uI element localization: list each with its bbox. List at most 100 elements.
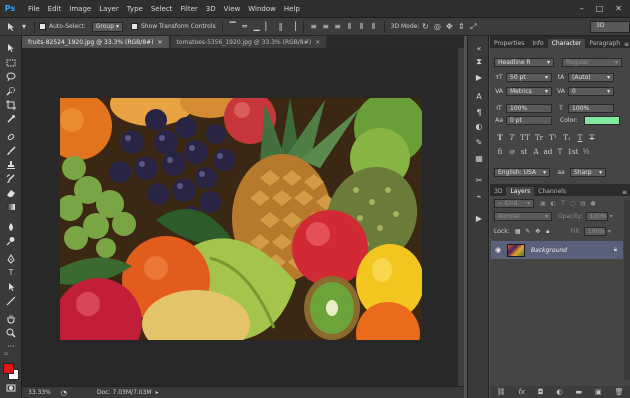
lock-image-icon[interactable]: ✎ [523, 228, 533, 235]
menu-file[interactable]: File [28, 5, 40, 13]
auto-select-dropdown[interactable]: Group ▾ [91, 21, 123, 32]
brush-tool-icon[interactable] [5, 145, 17, 156]
lock-transparent-icon[interactable]: ▦ [513, 228, 523, 235]
zoom-tool-icon[interactable] [5, 327, 17, 338]
tab-channels[interactable]: Channels [534, 187, 570, 196]
canvas-area[interactable] [22, 48, 464, 386]
layer-name[interactable]: Background [531, 247, 567, 254]
filter-adjustment-icon[interactable]: ◐ [548, 200, 558, 207]
adjustments-icon[interactable]: ◐ [473, 120, 485, 132]
tab-fruits-document[interactable]: fruits-82524_1920.jpg @ 33.3% (RGB/8#) × [22, 36, 169, 48]
status-menu-icon[interactable]: ▸ [156, 389, 159, 396]
maximize-icon[interactable]: □ [596, 4, 604, 13]
tab-tomatoes-document[interactable]: tomatoes-5356_1920.jpg @ 33.3% (RGB/8#) … [170, 36, 327, 48]
ligatures-button[interactable]: fi [494, 148, 506, 156]
close-tab-icon[interactable]: × [315, 39, 320, 46]
menu-help[interactable]: Help [284, 5, 300, 13]
quick-selection-tool-icon[interactable] [5, 85, 17, 96]
type-tool-icon[interactable]: T [5, 267, 17, 278]
menu-filter[interactable]: Filter [180, 5, 197, 13]
panel-menu-icon[interactable]: ≡ [622, 189, 630, 196]
adjustment-layer-icon[interactable]: ◐ [556, 388, 562, 396]
small-caps-button[interactable]: Tr [532, 134, 546, 142]
panel-menu-icon[interactable]: ≡ [624, 41, 630, 48]
visibility-eye-icon[interactable]: ◉ [495, 246, 501, 254]
filter-pixel-icon[interactable]: ▣ [538, 200, 548, 207]
menu-layer[interactable]: Layer [99, 5, 119, 13]
move-tool-icon[interactable] [5, 42, 17, 53]
workspace-dropdown[interactable]: 3D [590, 21, 630, 33]
blur-tool-icon[interactable] [5, 221, 17, 232]
distribute-top-icon[interactable]: ≡ [308, 22, 320, 32]
clone-stamp-tool-icon[interactable] [5, 159, 17, 170]
filter-toggle-icon[interactable]: ● [588, 200, 598, 207]
faux-italic-button[interactable]: T [506, 134, 518, 142]
new-layer-icon[interactable]: ▣ [595, 388, 602, 396]
menu-select[interactable]: Select [151, 5, 173, 13]
tab-3d[interactable]: 3D [490, 187, 506, 196]
contextual-alternates-button[interactable]: ơ [506, 148, 518, 156]
actions-icon[interactable]: ▶ [473, 71, 485, 83]
underline-button[interactable]: T [574, 134, 586, 142]
lock-all-icon[interactable]: 🔒︎ [543, 228, 553, 236]
menu-3d[interactable]: 3D [206, 5, 216, 13]
chevron-down-icon[interactable]: ▾ [608, 228, 611, 235]
tool-preset-dropdown-icon[interactable]: ▾ [18, 22, 30, 32]
align-vcenter-icon[interactable]: ═ [239, 22, 251, 32]
leading-field[interactable]: (Auto) ▾ [568, 73, 614, 82]
auto-select-checkbox[interactable] [39, 23, 46, 30]
align-right-icon[interactable]: ▕ [287, 22, 299, 32]
opacity-field[interactable]: 100% [585, 212, 608, 221]
roll-3d-icon[interactable]: ◎ [431, 22, 443, 32]
default-colors-icon[interactable]: ▫ [3, 351, 9, 357]
font-family-dropdown[interactable]: Headline R ▾ [494, 58, 554, 67]
close-tab-icon[interactable]: × [158, 39, 163, 46]
scale-3d-icon[interactable]: ⤢ [467, 22, 479, 32]
info-icon[interactable]: ◔ [61, 389, 67, 397]
transform-controls-checkbox[interactable] [130, 23, 138, 30]
antialias-dropdown[interactable]: Sharp ▾ [570, 168, 606, 177]
fill-field[interactable]: 100% [583, 227, 606, 236]
link-layers-icon[interactable]: ⛓ [496, 388, 505, 396]
font-size-field[interactable]: 50 pt ▾ [506, 73, 552, 82]
paths-icon[interactable]: ⌁ [473, 190, 485, 202]
align-left-icon[interactable]: ▏ [263, 22, 275, 32]
path-selection-tool-icon[interactable] [5, 281, 17, 292]
eraser-tool-icon[interactable] [5, 187, 17, 198]
hand-tool-icon[interactable] [5, 313, 17, 324]
new-group-icon[interactable]: ▬ [575, 388, 582, 396]
chevron-down-icon[interactable]: ▾ [610, 213, 613, 220]
menu-image[interactable]: Image [69, 5, 91, 13]
all-caps-button[interactable]: TT [518, 134, 532, 142]
stylistic-alternates-button[interactable]: ad [542, 148, 554, 156]
slide-3d-icon[interactable]: ⇕ [455, 22, 467, 32]
blend-mode-dropdown[interactable]: Normal ▾ [494, 212, 552, 221]
zoom-level[interactable]: 33.33% [28, 389, 51, 396]
font-style-dropdown[interactable]: Regular ▾ [562, 58, 622, 67]
language-dropdown[interactable]: English: USA ▾ [494, 168, 550, 177]
align-bottom-icon[interactable]: ▁ [251, 22, 263, 32]
layer-filter-dropdown[interactable]: ⌕ Kind ▾ [494, 199, 534, 208]
filter-type-icon[interactable]: T [558, 200, 568, 207]
history-brush-tool-icon[interactable] [5, 173, 17, 184]
superscript-button[interactable]: T¹ [546, 134, 560, 142]
menu-view[interactable]: View [224, 5, 241, 13]
tracking-field[interactable]: 0 ▾ [568, 87, 614, 96]
distribute-left-icon[interactable]: ⦀ [344, 22, 356, 32]
eyedropper-tool-icon[interactable] [5, 113, 17, 124]
menu-window[interactable]: Window [248, 5, 276, 13]
rotate-3d-icon[interactable]: ↻ [419, 22, 431, 32]
tab-properties[interactable]: Properties [490, 39, 528, 48]
subscript-button[interactable]: T₁ [560, 134, 574, 142]
layers-scrollbar[interactable] [624, 200, 630, 380]
horizontal-scale-field[interactable]: 100% [568, 104, 614, 113]
timeline-icon[interactable]: ▶ [473, 212, 485, 224]
pen-tool-icon[interactable] [5, 253, 17, 264]
paragraph-panel-icon[interactable]: ¶ [473, 106, 485, 118]
history-icon[interactable]: ⧗ [473, 56, 485, 68]
delete-layer-icon[interactable]: 🗑︎ [615, 388, 624, 396]
add-mask-icon[interactable]: ◘ [538, 388, 544, 396]
align-hcenter-icon[interactable]: ‖ [275, 22, 287, 32]
discretionary-ligatures-button[interactable]: st [518, 148, 530, 156]
lasso-tool-icon[interactable] [5, 71, 17, 82]
